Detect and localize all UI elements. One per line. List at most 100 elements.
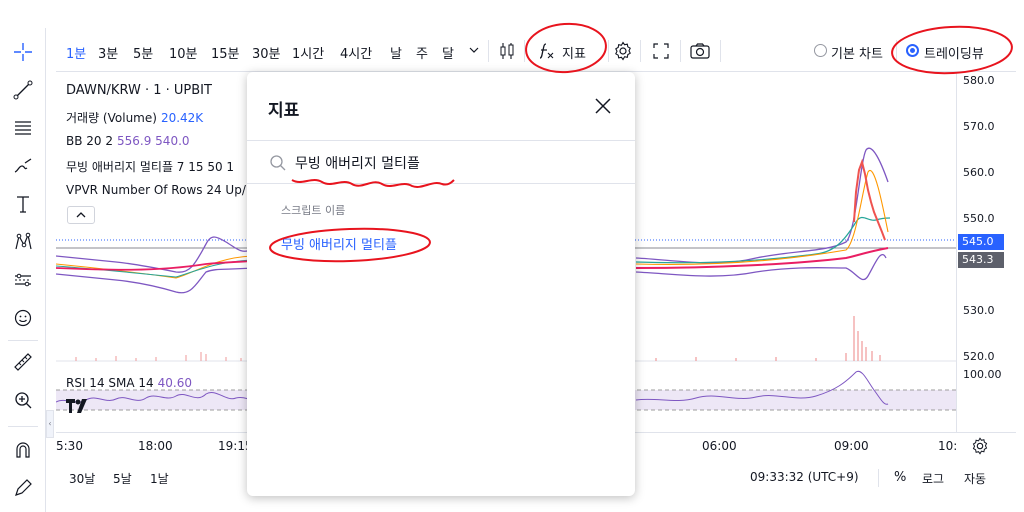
top-toolbar: 1분 3분 5분 10분 15분 30분 1시간 4시간 날 주 달 지표 기본… xyxy=(56,30,1016,70)
close-icon[interactable] xyxy=(593,96,613,116)
auto-toggle[interactable]: 자동 xyxy=(964,470,986,487)
bar-divider xyxy=(878,469,879,487)
time-label: 10: xyxy=(938,439,958,453)
range-1d[interactable]: 1날 xyxy=(150,470,169,487)
current-price-tag: 545.0 xyxy=(958,234,1004,250)
toolbar-collapse-handle[interactable]: ‹ xyxy=(46,410,54,438)
settings-gear-icon[interactable] xyxy=(612,40,634,65)
rsi-legend[interactable]: RSI 14 SMA 14 40.60 xyxy=(66,376,192,390)
toolbar-divider xyxy=(896,40,897,62)
basic-chart-radio[interactable] xyxy=(814,44,827,57)
timezone-clock[interactable]: 09:33:32 (UTC+9) xyxy=(750,470,859,484)
rsi-value: 40.60 xyxy=(157,376,193,390)
left-drawing-toolbar xyxy=(0,28,46,512)
search-input[interactable] xyxy=(295,151,595,175)
log-toggle[interactable]: 로그 xyxy=(922,470,944,487)
price-label: 570.0 xyxy=(963,120,995,133)
range-30d[interactable]: 30날 xyxy=(69,470,95,487)
bb-label: BB 20 2 xyxy=(66,134,113,148)
pattern-tool-icon[interactable] xyxy=(9,228,37,256)
search-icon xyxy=(269,154,287,175)
pencil-lock-icon[interactable] xyxy=(9,474,37,502)
tradingview-logo xyxy=(66,399,90,417)
toolbar-divider xyxy=(8,340,38,341)
prediction-tool-icon[interactable] xyxy=(9,266,37,294)
chevron-up-icon xyxy=(76,212,86,218)
timeframe-30m[interactable]: 30분 xyxy=(252,43,281,62)
toolbar-divider xyxy=(8,426,38,427)
crosshair-icon[interactable] xyxy=(9,38,37,66)
toolbar-divider xyxy=(488,40,489,62)
horizontal-lines-icon[interactable] xyxy=(9,114,37,142)
tradingview-chart-radio[interactable] xyxy=(906,44,919,57)
timeframe-month[interactable]: 달 xyxy=(442,43,454,62)
toolbar-divider xyxy=(640,40,641,62)
volume-value: 20.42K xyxy=(160,111,204,125)
script-name-section-label: 스크립트 이름 xyxy=(281,204,346,217)
magnet-icon[interactable] xyxy=(9,436,37,464)
zoom-in-icon[interactable] xyxy=(9,386,37,414)
timeframe-week[interactable]: 주 xyxy=(416,43,428,62)
search-bar xyxy=(247,140,635,184)
function-fx-icon xyxy=(536,41,556,64)
toolbar-divider xyxy=(680,40,681,62)
price-label: 530.0 xyxy=(963,304,995,317)
time-label: 09:00 xyxy=(834,439,869,453)
basic-chart-label[interactable]: 기본 차트 xyxy=(831,43,883,62)
ma-multiple-legend[interactable]: 무빙 애버리지 멀티플 7 15 50 1 xyxy=(66,158,234,175)
vpvr-legend[interactable]: VPVR Number Of Rows 24 Up/D xyxy=(66,183,255,197)
symbol-title: DAWN/KRW · 1 · UPBIT xyxy=(66,83,212,98)
timeframe-3m[interactable]: 3분 xyxy=(98,43,118,62)
timeframe-dropdown-chevron-icon[interactable] xyxy=(468,42,480,61)
legend-collapse-button[interactable] xyxy=(67,206,95,224)
right-price-cluster xyxy=(635,147,891,281)
vpvr-label: VPVR Number Of Rows 24 Up/D xyxy=(66,183,256,197)
symbol-legend[interactable]: DAWN/KRW · 1 · UPBIT xyxy=(66,83,212,98)
time-label: 5:30 xyxy=(56,439,83,453)
left-volume-bars xyxy=(75,352,242,361)
search-result-item[interactable]: 무빙 애버리지 멀티플 xyxy=(281,234,397,253)
time-label: 06:00 xyxy=(702,439,737,453)
fullscreen-icon[interactable] xyxy=(650,40,672,65)
ruler-icon[interactable] xyxy=(9,348,37,376)
price-label: 580.0 xyxy=(963,74,995,87)
toolbar-divider xyxy=(720,40,721,62)
toolbar-divider xyxy=(608,40,609,62)
dialog-title: 지표 xyxy=(268,101,300,121)
timeframe-15m[interactable]: 15분 xyxy=(211,43,240,62)
rsi-axis-label: 100.00 xyxy=(963,368,1002,381)
range-5d[interactable]: 5날 xyxy=(113,470,132,487)
emoji-icon[interactable] xyxy=(9,304,37,332)
ma-multiple-label: 무빙 애버리지 멀티플 7 15 50 1 xyxy=(66,160,235,174)
price-axis[interactable]: 580.0 570.0 560.0 550.0 545.0 543.3 530.… xyxy=(956,72,1016,432)
bb-legend[interactable]: BB 20 2 556.9 540.0 xyxy=(66,134,190,148)
volume-label: 거래량 (Volume) xyxy=(66,111,157,125)
timeframe-5m[interactable]: 5분 xyxy=(133,43,153,62)
timeframe-4h[interactable]: 4시간 xyxy=(340,43,372,62)
tradingview-chart-label[interactable]: 트레이딩뷰 xyxy=(924,43,984,62)
indicators-label: 지표 xyxy=(562,47,586,62)
candlestick-type-icon[interactable] xyxy=(496,40,518,65)
text-tool-icon[interactable] xyxy=(9,190,37,218)
time-label: 18:00 xyxy=(138,439,173,453)
brush-icon[interactable] xyxy=(9,152,37,180)
indicators-dialog: 지표 스크립트 이름 무빙 애버리지 멀티플 xyxy=(247,72,635,496)
ma-price-tag: 543.3 xyxy=(958,252,1004,268)
camera-snapshot-icon[interactable] xyxy=(688,40,712,65)
timeframe-10m[interactable]: 10분 xyxy=(169,43,198,62)
timeframe-day[interactable]: 날 xyxy=(390,43,402,62)
left-price-cluster xyxy=(56,236,252,294)
right-volume-bars xyxy=(655,316,881,361)
timeframe-1h[interactable]: 1시간 xyxy=(292,43,324,62)
price-label: 550.0 xyxy=(963,212,995,225)
trend-line-icon[interactable] xyxy=(9,76,37,104)
timeframe-1m[interactable]: 1분 xyxy=(66,43,86,62)
price-label: 560.0 xyxy=(963,166,995,179)
percent-toggle[interactable]: % xyxy=(894,470,906,485)
rsi-label: RSI 14 SMA 14 xyxy=(66,376,154,390)
price-label: 520.0 xyxy=(963,350,995,363)
indicators-button[interactable]: 지표 xyxy=(532,38,600,64)
axis-settings-gear-icon[interactable] xyxy=(970,436,990,459)
volume-legend[interactable]: 거래량 (Volume) 20.42K xyxy=(66,109,203,126)
bb-values: 556.9 540.0 xyxy=(117,134,190,148)
